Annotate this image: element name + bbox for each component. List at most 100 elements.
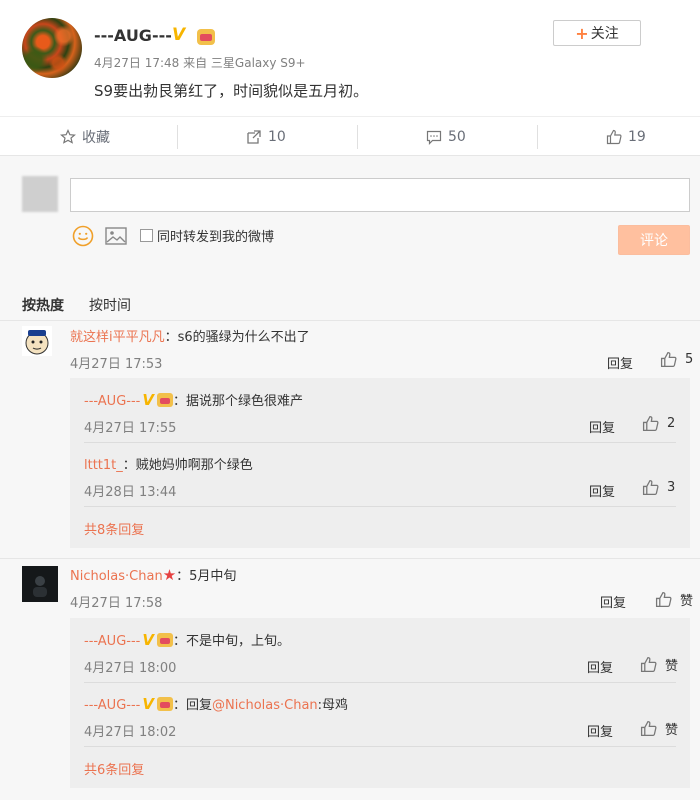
divider: [84, 506, 676, 507]
reply-like-button[interactable]: 3: [642, 479, 675, 496]
post-text: S9要出勃艮第红了，时间貌似是五月初。: [94, 82, 369, 100]
reply-author-name[interactable]: ---AUG---: [84, 634, 140, 649]
post-card: ---AUG--- V + 关注 4月27日 17:48 来自 三星Galaxy…: [0, 0, 700, 116]
forward-label: 同时转发到我的微博: [157, 230, 275, 245]
comment-text: ：5月中旬: [176, 569, 237, 584]
reply-text: ：不是中旬，上旬。: [172, 634, 290, 649]
reply-line: ---AUG--- V ：回复@Nicholas·Chan:母鸡: [84, 694, 348, 713]
follow-button[interactable]: + 关注: [553, 20, 641, 46]
reply-author-name[interactable]: lttt1t_: [84, 458, 123, 473]
sort-by-time-tab[interactable]: 按时间: [89, 295, 131, 315]
comment-like-count: 5: [685, 352, 694, 367]
comment-line: Nicholas·Chan★：5月中旬: [70, 565, 236, 584]
thumbs-up-icon: [642, 479, 659, 496]
reply-thread: ---AUG--- V ：据说那个绿色很难产 4月27日 17:55 回复 2 lt…: [70, 378, 690, 548]
vip-crown-icon: [156, 633, 173, 647]
verified-v-icon: V: [142, 695, 154, 713]
comment-button[interactable]: 50: [426, 117, 466, 157]
favorite-button[interactable]: 收藏: [60, 117, 110, 157]
commenter-avatar[interactable]: [22, 326, 52, 356]
thumbs-up-icon: [640, 720, 657, 737]
reply-button[interactable]: 回复: [589, 481, 615, 500]
reply-text: ：贼她妈帅啊那个绿色: [122, 458, 253, 473]
star-outline-icon: [60, 129, 76, 144]
favorite-label: 收藏: [82, 130, 110, 146]
reply-like-button[interactable]: 赞: [640, 655, 678, 674]
commenter-name[interactable]: Nicholas·Chan: [70, 569, 163, 584]
reply-time: 4月27日 18:00: [84, 661, 177, 676]
thumbs-up-icon: [606, 129, 622, 145]
divider: [537, 125, 538, 149]
vip-crown-icon: [156, 393, 173, 407]
divider: [0, 320, 700, 321]
sort-by-hot-tab[interactable]: 按热度: [22, 295, 64, 315]
repost-icon: [247, 130, 261, 144]
action-bar: 收藏 10 50 19: [0, 116, 700, 156]
image-icon[interactable]: [105, 226, 127, 246]
samsung-avatar-icon: [22, 326, 52, 356]
comment-like-count: 赞: [680, 594, 694, 609]
comment-time: 4月27日 17:53: [70, 357, 163, 372]
reply-like-count: 赞: [665, 723, 679, 738]
post-meta: 4月27日 17:48 来自 三星Galaxy S9+: [94, 56, 306, 70]
comment-icon: [426, 130, 442, 145]
reply-author-name[interactable]: ---AUG---: [84, 394, 140, 409]
emoji-icon[interactable]: [72, 225, 94, 247]
divider: [0, 558, 700, 559]
mention-link[interactable]: @Nicholas·Chan: [212, 698, 318, 713]
divider: [84, 442, 676, 443]
reply-text-suffix: :母鸡: [317, 698, 349, 713]
divider: [84, 746, 676, 747]
repost-count: 10: [268, 129, 286, 145]
red-star-icon: ★: [162, 566, 177, 584]
verified-v-icon: V: [172, 25, 186, 45]
my-avatar: [22, 176, 58, 212]
reply-author-name[interactable]: ---AUG---: [84, 698, 140, 713]
like-button[interactable]: 19: [606, 117, 646, 157]
comment-line: 就这样i平平凡凡：s6的骚绿为什么不出了: [70, 326, 310, 345]
author-name[interactable]: ---AUG---: [94, 26, 172, 45]
comment-like-button[interactable]: 5: [660, 351, 693, 368]
thumbs-up-icon: [640, 656, 657, 673]
reply-line: ---AUG--- V ：不是中旬，上旬。: [84, 630, 290, 649]
plus-icon: +: [575, 23, 589, 43]
comment-like-button[interactable]: 赞: [655, 590, 693, 609]
commenter-avatar[interactable]: [22, 566, 58, 602]
comment-section: 同时转发到我的微博 评论 按热度 按时间 就这样i平平凡凡：s6的骚绿为什么不出…: [0, 156, 700, 800]
vip-crown-icon: [156, 697, 173, 711]
comment-input[interactable]: [70, 178, 690, 212]
more-replies-link[interactable]: 共6条回复: [84, 759, 144, 778]
comment-text: ：s6的骚绿为什么不出了: [164, 330, 310, 345]
thumbs-up-icon: [655, 591, 672, 608]
reply-button[interactable]: 回复: [589, 417, 615, 436]
repost-button[interactable]: 10: [246, 117, 286, 157]
reply-button[interactable]: 回复: [607, 353, 633, 372]
reply-like-count: 2: [667, 416, 676, 431]
submit-comment-button[interactable]: 评论: [618, 225, 690, 255]
reply-button[interactable]: 回复: [587, 657, 613, 676]
thumbs-up-icon: [642, 415, 659, 432]
divider: [177, 125, 178, 149]
reply-text: ：据说那个绿色很难产: [172, 394, 303, 409]
reply-time: 4月27日 17:55: [84, 421, 177, 436]
forward-option[interactable]: 同时转发到我的微博: [140, 226, 274, 245]
comment-count: 50: [448, 129, 466, 145]
reply-text-prefix: ：回复: [172, 698, 212, 713]
reply-like-button[interactable]: 赞: [640, 719, 678, 738]
reply-line: lttt1t_：贼她妈帅啊那个绿色: [84, 454, 253, 473]
reply-line: ---AUG--- V ：据说那个绿色很难产: [84, 390, 303, 409]
author-avatar[interactable]: [22, 18, 82, 78]
like-count: 19: [628, 129, 646, 145]
reply-time: 4月27日 18:02: [84, 725, 177, 740]
reply-button[interactable]: 回复: [587, 721, 613, 740]
reply-like-button[interactable]: 2: [642, 415, 675, 432]
dark-avatar-icon: [22, 566, 58, 602]
divider: [84, 682, 676, 683]
reply-like-count: 赞: [665, 659, 679, 674]
forward-checkbox[interactable]: [140, 229, 153, 242]
reply-button[interactable]: 回复: [600, 592, 626, 611]
more-replies-link[interactable]: 共8条回复: [84, 519, 144, 538]
follow-label: 关注: [590, 26, 619, 42]
verified-v-icon: V: [142, 391, 154, 409]
commenter-name[interactable]: 就这样i平平凡凡: [70, 330, 165, 345]
